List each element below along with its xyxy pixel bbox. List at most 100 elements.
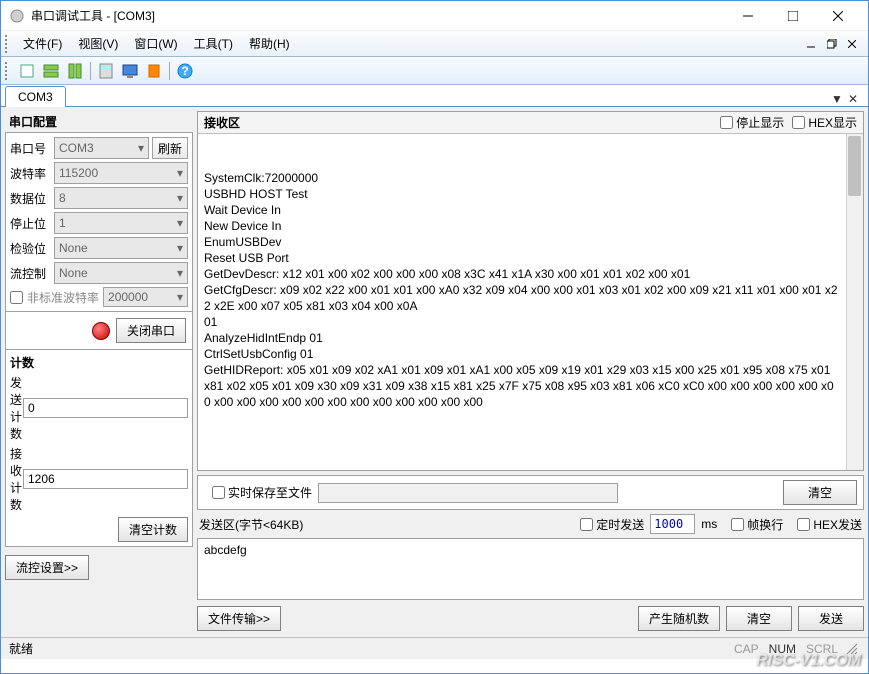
hex-send-label: HEX发送 (813, 516, 862, 533)
toolbar-grip (5, 62, 11, 80)
realtime-save-label: 实时保存至文件 (228, 484, 312, 501)
interval-input[interactable] (650, 514, 695, 534)
stop-display-checkbox[interactable] (720, 116, 733, 129)
send-textarea[interactable]: abcdefg (197, 538, 864, 600)
parity-value: None (59, 241, 88, 255)
nonstd-baud-input[interactable]: 200000 (103, 287, 188, 307)
file-transfer-button[interactable]: 文件传输>> (197, 606, 281, 631)
hex-send-checkbox[interactable] (797, 518, 810, 531)
statusbar: 就绪 CAP NUM SCRL (1, 637, 868, 659)
menu-tools[interactable]: 工具(T) (186, 31, 241, 56)
send-count-input[interactable] (23, 398, 188, 418)
stopbits-label: 停止位 (10, 215, 54, 232)
menu-window[interactable]: 窗口(W) (126, 31, 185, 56)
stopbits-select[interactable]: 1 (54, 212, 188, 234)
resize-grip-icon[interactable] (844, 641, 860, 657)
toolbar-calc-icon[interactable] (95, 60, 117, 82)
toolbar-tile-v-icon[interactable] (64, 60, 86, 82)
send-header: 发送区(字节<64KB) 定时发送 ms 帧换行 HEX发送 (197, 514, 864, 534)
recv-scroll-thumb[interactable] (848, 136, 861, 196)
status-cap: CAP (734, 642, 759, 656)
mdi-minimize[interactable] (804, 36, 820, 52)
tab-close-icon[interactable]: ✕ (846, 92, 860, 106)
baud-select[interactable]: 115200 (54, 162, 188, 184)
recv-count-input[interactable] (23, 469, 188, 489)
send-content: abcdefg (204, 543, 247, 557)
refresh-button[interactable]: 刷新 (152, 137, 188, 159)
tab-com3[interactable]: COM3 (5, 86, 66, 107)
status-scrl: SCRL (806, 642, 838, 656)
menu-help[interactable]: 帮助(H) (241, 31, 298, 56)
send-button[interactable]: 发送 (798, 606, 864, 631)
realtime-save-checkbox[interactable] (212, 486, 225, 499)
main-pane: 接收区 停止显示 HEX显示 SystemClk:72000000 USBHD … (197, 111, 864, 633)
status-ready: 就绪 (9, 640, 724, 657)
send-title: 发送区(字节<64KB) (199, 516, 303, 533)
port-status-indicator (92, 322, 110, 340)
tab-dropdown-icon[interactable]: ▼ (830, 92, 844, 106)
svg-text:?: ? (181, 64, 188, 78)
recv-scrollbar[interactable] (846, 134, 863, 470)
clear-count-button[interactable]: 清空计数 (118, 517, 188, 542)
databits-select[interactable]: 8 (54, 187, 188, 209)
menu-file[interactable]: 文件(F) (15, 31, 70, 56)
recv-title: 接收区 (204, 114, 712, 131)
flowctrl-label: 流控制 (10, 265, 54, 282)
toolbar-help-icon[interactable]: ? (174, 60, 196, 82)
clear-recv-button[interactable]: 清空 (783, 480, 857, 505)
minimize-button[interactable] (725, 2, 770, 30)
port-value: COM3 (59, 141, 94, 155)
flowctrl-value: None (59, 266, 88, 280)
save-row: 实时保存至文件 清空 (197, 475, 864, 510)
parity-label: 检验位 (10, 240, 54, 257)
save-file-input[interactable] (318, 483, 618, 503)
clear-send-button[interactable]: 清空 (726, 606, 792, 631)
frame-wrap-checkbox[interactable] (731, 518, 744, 531)
parity-select[interactable]: None (54, 237, 188, 259)
recv-panel: 接收区 停止显示 HEX显示 SystemClk:72000000 USBHD … (197, 111, 864, 471)
recv-header: 接收区 停止显示 HEX显示 (198, 112, 863, 134)
tabstrip: COM3 ▼ ✕ (1, 85, 868, 107)
maximize-button[interactable] (770, 2, 815, 30)
timed-send-checkbox[interactable] (580, 518, 593, 531)
menubar-grip (5, 35, 11, 53)
workspace: 串口配置 串口号 COM3 刷新 波特率 115200 数据位 8 停止位 1 … (1, 107, 868, 637)
frame-wrap-label: 帧换行 (747, 516, 783, 533)
hex-display-checkbox[interactable] (792, 116, 805, 129)
timed-send-label: 定时发送 (596, 516, 644, 533)
close-button[interactable] (815, 2, 860, 30)
nonstd-baud-checkbox[interactable] (10, 291, 23, 304)
flowctrl-select[interactable]: None (54, 262, 188, 284)
toolbar-tile-h-icon[interactable] (40, 60, 62, 82)
toolbar: ? (1, 57, 868, 85)
databits-value: 8 (59, 191, 66, 205)
recv-textarea[interactable]: SystemClk:72000000 USBHD HOST Test Wait … (198, 134, 863, 470)
send-count-label: 发送计数 (10, 374, 23, 442)
flow-settings-button[interactable]: 流控设置>> (5, 555, 89, 580)
port-select[interactable]: COM3 (54, 137, 149, 159)
random-button[interactable]: 产生随机数 (638, 606, 720, 631)
recv-count-label: 接收计数 (10, 445, 23, 513)
stopbits-value: 1 (59, 216, 66, 230)
toolbar-separator (90, 62, 91, 80)
nonstd-baud-label: 非标准波特率 (27, 289, 99, 306)
config-title: 串口配置 (5, 111, 193, 132)
databits-label: 数据位 (10, 190, 54, 207)
menu-view[interactable]: 视图(V) (70, 31, 126, 56)
menubar: 文件(F) 视图(V) 窗口(W) 工具(T) 帮助(H) (1, 31, 868, 57)
count-panel: 计数 发送计数 接收计数 清空计数 (5, 350, 193, 547)
mdi-restore[interactable] (824, 36, 840, 52)
send-buttons-row: 文件传输>> 产生随机数 清空 发送 (197, 604, 864, 633)
port-action-row: 关闭串口 (5, 312, 193, 350)
toolbar-monitor-icon[interactable] (119, 60, 141, 82)
app-icon (9, 8, 25, 24)
close-port-button[interactable]: 关闭串口 (116, 318, 186, 343)
port-label: 串口号 (10, 140, 54, 157)
toolbar-orange-icon[interactable] (143, 60, 165, 82)
window-title: 串口调试工具 - [COM3] (31, 7, 725, 24)
baud-value: 115200 (59, 166, 98, 180)
status-num: NUM (769, 642, 796, 656)
mdi-close[interactable] (844, 36, 860, 52)
titlebar: 串口调试工具 - [COM3] (1, 1, 868, 31)
toolbar-new-icon[interactable] (16, 60, 38, 82)
